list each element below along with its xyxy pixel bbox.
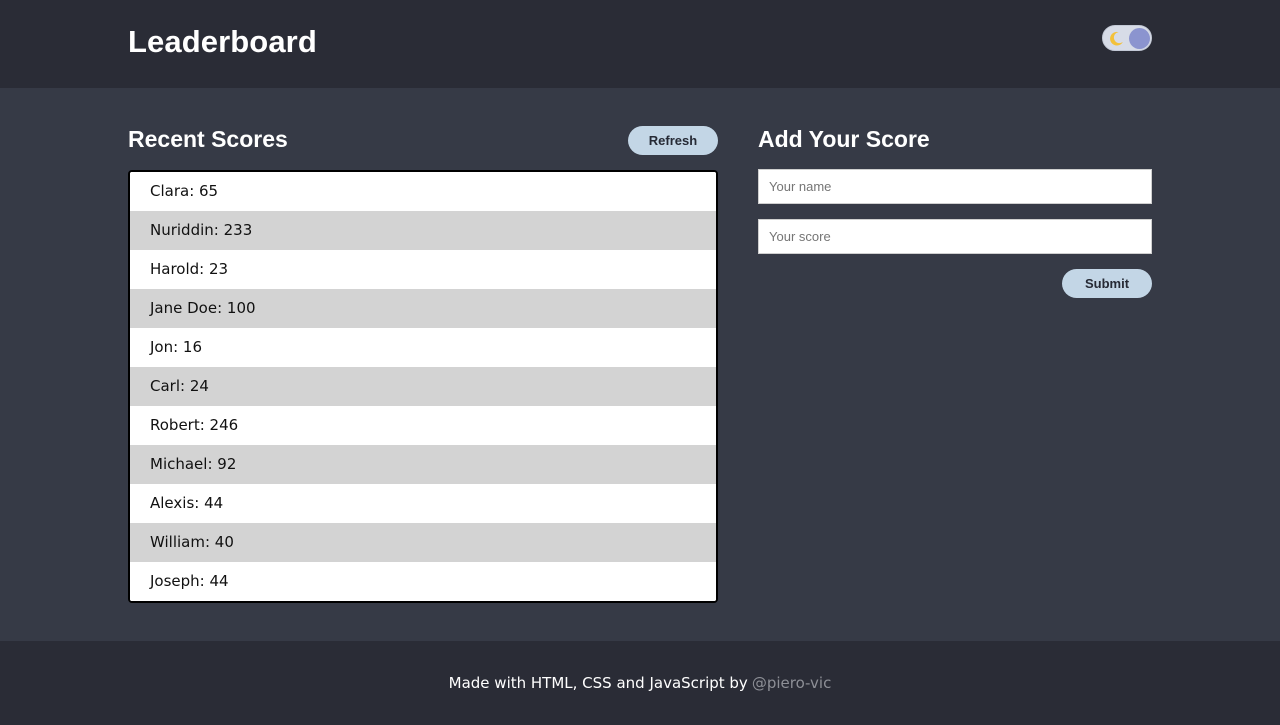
score-item: Jon: 16 — [130, 328, 716, 367]
score-list: Clara: 65 Nuriddin: 233 Harold: 23 Jane … — [128, 170, 718, 603]
score-item: Clara: 65 — [130, 172, 716, 211]
footer-text: Made with HTML, CSS and JavaScript by — [448, 674, 748, 692]
main-content: Recent Scores Refresh Clara: 65 Nuriddin… — [0, 88, 1280, 641]
recent-scores-title: Recent Scores — [128, 126, 288, 152]
footer: Made with HTML, CSS and JavaScript by @p… — [0, 641, 1280, 725]
score-item: William: 40 — [130, 523, 716, 562]
page: Leaderboard Recent Scores Refresh Clara:… — [0, 0, 1280, 725]
refresh-button[interactable]: Refresh — [628, 126, 718, 155]
add-score-title: Add Your Score — [758, 126, 930, 152]
score-item: Carl: 24 — [130, 367, 716, 406]
score-item: Alexis: 44 — [130, 484, 716, 523]
score-item: Jane Doe: 100 — [130, 289, 716, 328]
score-item: Michael: 92 — [130, 445, 716, 484]
score-item: Robert: 246 — [130, 406, 716, 445]
moon-icon — [1110, 31, 1123, 46]
score-item: Harold: 23 — [130, 250, 716, 289]
author-link[interactable]: @piero-vic — [752, 674, 832, 692]
toggle-knob — [1129, 28, 1150, 49]
score-item: Joseph: 44 — [130, 562, 716, 601]
header: Leaderboard — [0, 0, 1280, 88]
score-item: Nuriddin: 233 — [130, 211, 716, 250]
theme-toggle[interactable] — [1102, 25, 1152, 51]
name-input[interactable] — [758, 169, 1152, 204]
submit-button[interactable]: Submit — [1062, 269, 1152, 298]
score-input[interactable] — [758, 219, 1152, 254]
page-title: Leaderboard — [128, 24, 317, 59]
